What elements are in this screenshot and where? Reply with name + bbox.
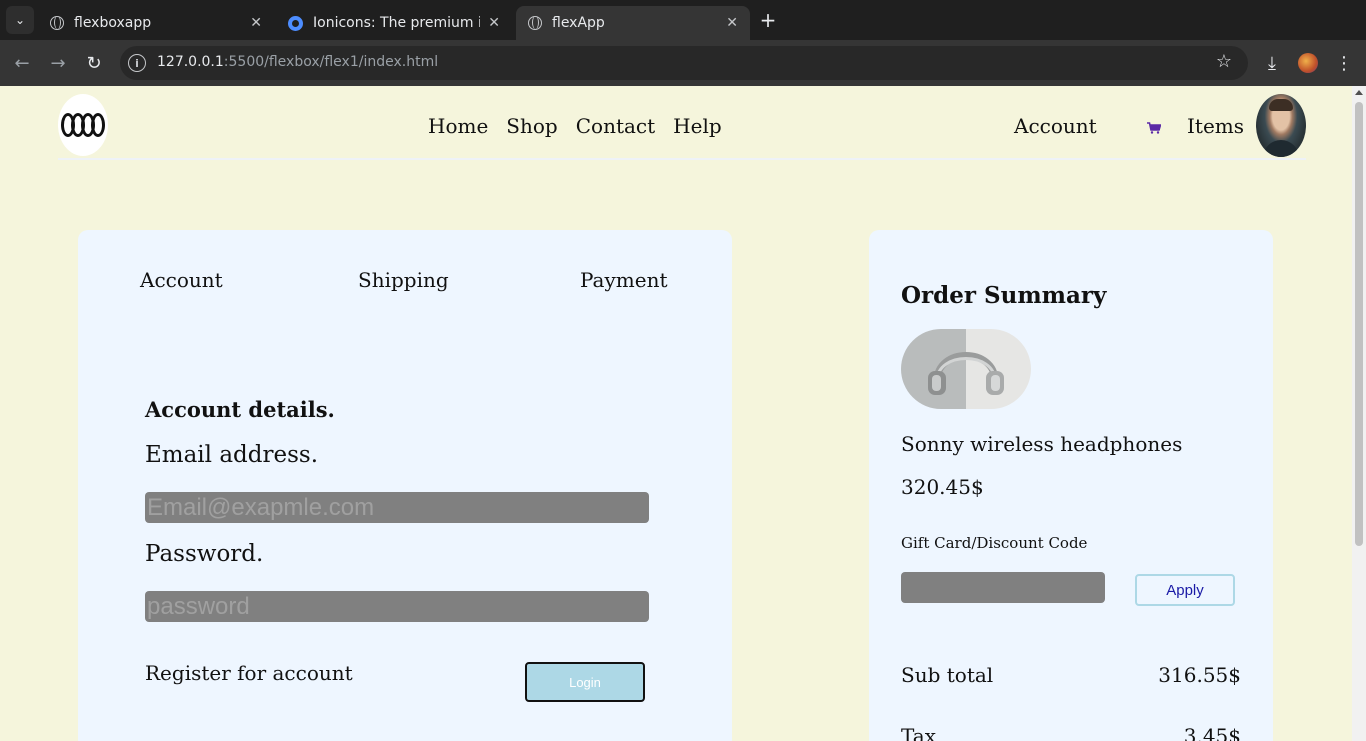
- step-payment[interactable]: Payment: [580, 268, 668, 292]
- page-scrollbar[interactable]: [1352, 86, 1366, 741]
- bookmark-star-icon[interactable]: ☆: [1216, 51, 1232, 72]
- nav-link-account[interactable]: Account: [1014, 114, 1097, 138]
- close-tab-icon[interactable]: ✕: [488, 15, 500, 31]
- step-account[interactable]: Account: [140, 268, 223, 292]
- apply-button[interactable]: Apply: [1135, 574, 1235, 606]
- register-link[interactable]: Register for account: [145, 661, 353, 685]
- url-text: 127.0.0.1:5500/flexbox/flex1/index.html: [157, 54, 439, 70]
- tab-title: flexApp: [552, 15, 605, 31]
- nav-link-home[interactable]: Home: [428, 114, 488, 138]
- email-field[interactable]: Email@exapmle.com: [145, 492, 649, 523]
- tab-list-chevron-icon[interactable]: ⌄: [6, 6, 34, 34]
- account-details-heading: Account details.: [145, 397, 335, 422]
- address-bar[interactable]: i 127.0.0.1:5500/flexbox/flex1/index.htm…: [120, 46, 1248, 80]
- nav-link-shop[interactable]: Shop: [506, 114, 557, 138]
- email-label: Email address.: [145, 442, 319, 468]
- password-field[interactable]: password: [145, 591, 649, 622]
- password-label: Password.: [145, 541, 264, 567]
- globe-icon: [50, 16, 64, 30]
- checkout-form-card: Account Shipping Payment Account details…: [78, 230, 732, 741]
- subtotal-label: Sub total: [901, 663, 994, 687]
- nav-links: Home Shop Contact Help: [428, 114, 740, 138]
- rings-logo-icon[interactable]: [58, 94, 108, 156]
- scroll-up-arrow-icon[interactable]: [1355, 90, 1363, 95]
- product-name: Sonny wireless headphones: [901, 432, 1183, 456]
- scrollbar-thumb[interactable]: [1355, 102, 1363, 546]
- tax-value: 3.45$: [1183, 724, 1241, 741]
- nav-link-contact[interactable]: Contact: [576, 114, 655, 138]
- tab-ionicons[interactable]: Ionicons: The premium ic ✕: [276, 6, 512, 40]
- menu-kebab-icon[interactable]: ⋮: [1332, 51, 1356, 75]
- ionicons-icon: [288, 15, 303, 31]
- cart-icon[interactable]: [1147, 122, 1161, 134]
- subtotal-value: 316.55$: [1158, 663, 1241, 687]
- profile-avatar-icon[interactable]: [1298, 53, 1318, 73]
- nav-link-items[interactable]: Items: [1187, 114, 1244, 138]
- new-tab-icon[interactable]: +: [756, 8, 780, 32]
- site-info-icon[interactable]: i: [128, 54, 146, 72]
- tab-flexboxapp[interactable]: flexboxapp ✕: [38, 6, 274, 40]
- tab-title: flexboxapp: [74, 15, 152, 31]
- tax-label: Tax: [901, 724, 936, 741]
- user-avatar[interactable]: [1256, 94, 1306, 157]
- tab-flexapp[interactable]: flexApp ✕: [516, 6, 750, 40]
- page: Home Shop Contact Help Account Items Acc…: [0, 86, 1352, 741]
- download-icon[interactable]: ⤓: [1260, 51, 1284, 75]
- step-shipping[interactable]: Shipping: [358, 268, 449, 292]
- headphones-image: [901, 329, 1031, 409]
- forward-arrow-icon[interactable]: →: [46, 51, 70, 75]
- reload-icon[interactable]: ↻: [82, 51, 106, 75]
- close-tab-icon[interactable]: ✕: [726, 15, 738, 31]
- discount-code-input[interactable]: [901, 572, 1105, 603]
- gift-card-label: Gift Card/Discount Code: [901, 534, 1088, 552]
- back-arrow-icon[interactable]: ←: [10, 51, 34, 75]
- site-nav: Home Shop Contact Help Account Items: [58, 94, 1306, 160]
- login-button[interactable]: Login: [525, 662, 645, 702]
- order-summary-heading: Order Summary: [901, 282, 1107, 309]
- nav-link-help[interactable]: Help: [673, 114, 721, 138]
- order-summary-card: Order Summary Sonny wireless headphones …: [869, 230, 1273, 741]
- browser-toolbar: ← → ↻ i 127.0.0.1:5500/flexbox/flex1/ind…: [0, 40, 1366, 86]
- tab-title: Ionicons: The premium ic: [313, 15, 481, 31]
- product-price: 320.45$: [901, 475, 984, 499]
- browser-tab-bar: ⌄ flexboxapp ✕ Ionicons: The premium ic …: [0, 0, 1366, 40]
- close-tab-icon[interactable]: ✕: [250, 15, 262, 31]
- globe-icon: [528, 16, 542, 30]
